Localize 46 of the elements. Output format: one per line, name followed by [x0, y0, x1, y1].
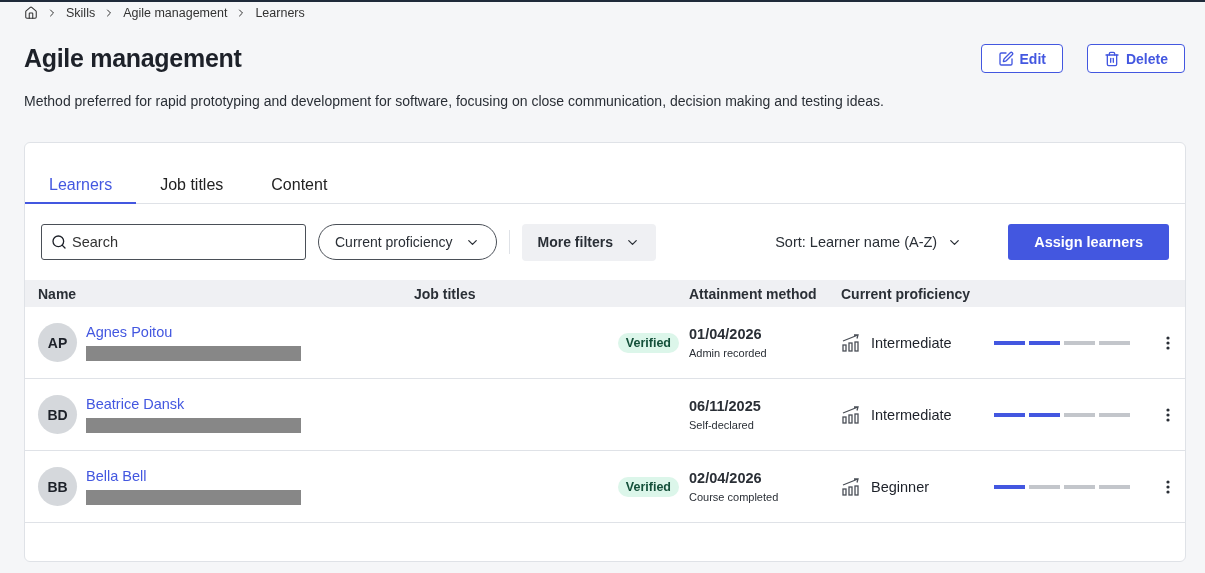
column-header: Attainment method	[689, 285, 818, 302]
tab[interactable]: Content	[247, 168, 352, 204]
status-badge: Verified	[617, 476, 679, 497]
trash-icon	[1103, 50, 1120, 67]
proficiency-label: Beginner	[871, 478, 930, 495]
attainment-method: Self-declared	[689, 419, 755, 431]
learner-name-link[interactable]: Beatrice Dansk	[86, 396, 301, 412]
page-title: Agile management	[24, 44, 243, 73]
column-header: Job titles	[414, 285, 477, 302]
attainment-method: Course completed	[689, 491, 780, 503]
attainment-method: Admin recorded	[689, 347, 768, 359]
avatar: BB	[38, 467, 77, 506]
edit-icon	[997, 50, 1014, 67]
vertical-dots-icon	[1166, 335, 1170, 350]
search-icon	[51, 234, 67, 250]
learner-name-link[interactable]: Bella Bell	[86, 468, 301, 484]
status-badge: Verified	[617, 332, 679, 353]
breadcrumb-link[interactable]: Learners	[255, 6, 305, 20]
filter-dropdown[interactable]: More filters	[521, 223, 656, 261]
vertical-dots-icon	[1166, 407, 1170, 422]
tab[interactable]: Job titles	[136, 168, 248, 204]
attainment-date: 06/11/2025	[689, 398, 762, 414]
assign-learners-button[interactable]: Assign learners	[1008, 224, 1169, 260]
sort-dropdown[interactable]: Sort: Learner name (A-Z)	[769, 233, 969, 251]
avatar: BD	[38, 395, 77, 434]
bar-chart-trend-icon	[841, 476, 861, 497]
proficiency-label: Intermediate	[871, 406, 952, 423]
vertical-dots-icon	[1166, 479, 1170, 494]
home-icon[interactable]	[24, 6, 38, 20]
bar-chart-trend-icon	[841, 332, 861, 353]
proficiency-label: Intermediate	[871, 334, 952, 351]
delete-button[interactable]: Delete	[1086, 44, 1185, 73]
breadcrumb-link[interactable]: Agile management	[123, 6, 228, 20]
skill-description: Method preferred for rapid prototyping and development for software, focusing on close communication, decision making and testing ideas.	[24, 92, 885, 111]
edit-button[interactable]: Edit	[980, 44, 1063, 73]
breadcrumb-link[interactable]: Skills	[66, 6, 96, 20]
learner-name-link[interactable]: Agnes Poitou	[86, 324, 301, 340]
avatar: AP	[38, 323, 77, 362]
filter-dropdown[interactable]: Current proficiency	[318, 224, 497, 260]
column-header: Current proficiency	[841, 285, 972, 302]
attainment-date: 02/04/2026	[689, 470, 763, 486]
attainment-date: 01/04/2026	[689, 326, 763, 342]
search-field[interactable]: Search	[41, 224, 306, 260]
column-header: Name	[38, 285, 78, 302]
tab[interactable]: Learners	[25, 168, 137, 204]
bar-chart-trend-icon	[841, 404, 861, 425]
